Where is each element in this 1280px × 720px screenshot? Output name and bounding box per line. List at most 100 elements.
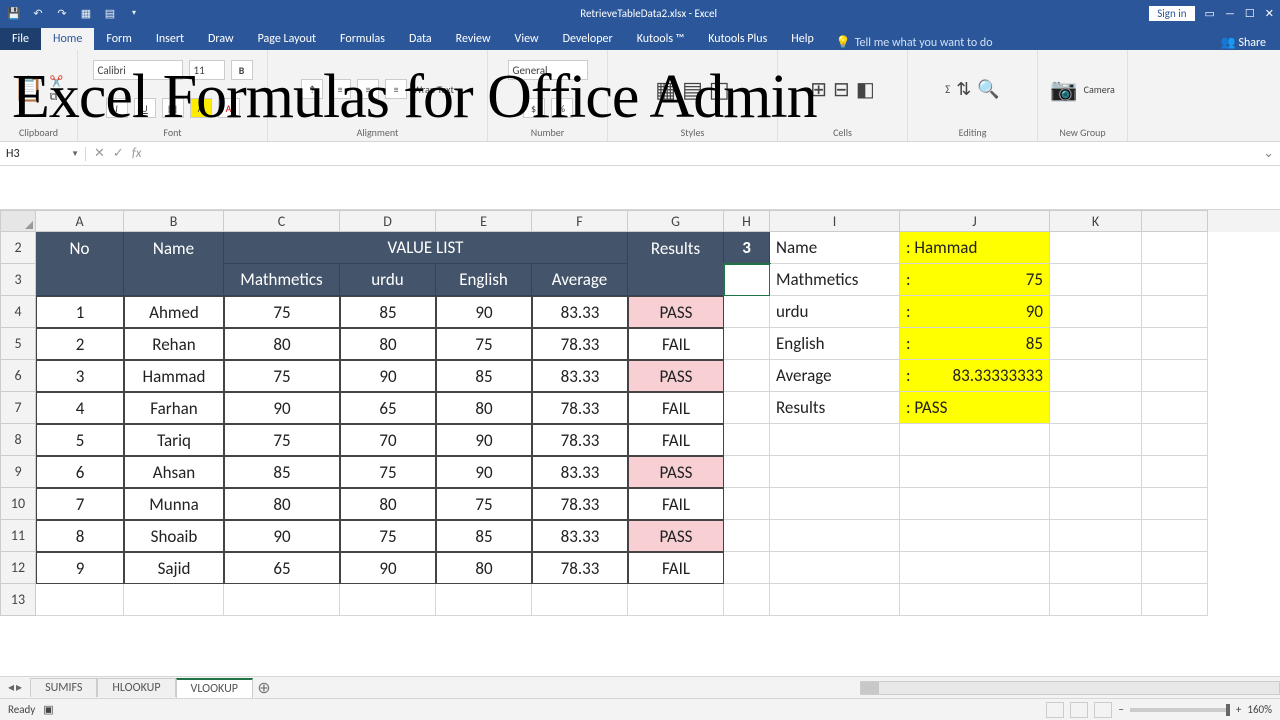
cell-result[interactable]: FAIL: [628, 392, 724, 424]
cell[interactable]: 78.33: [532, 392, 628, 424]
cell[interactable]: 83.33: [532, 520, 628, 552]
cell[interactable]: Shoaib: [124, 520, 224, 552]
cell[interactable]: [770, 584, 900, 616]
cell[interactable]: [900, 488, 1050, 520]
cell[interactable]: [1050, 520, 1142, 552]
format-cells-icon[interactable]: ◧: [856, 77, 875, 102]
cell[interactable]: 75: [340, 520, 436, 552]
cell[interactable]: 70: [340, 424, 436, 456]
cell[interactable]: 90: [436, 424, 532, 456]
cell[interactable]: [1142, 392, 1208, 424]
cell[interactable]: [724, 264, 770, 296]
row-header[interactable]: 9: [0, 456, 36, 488]
cell[interactable]: Ahmed: [124, 296, 224, 328]
cell[interactable]: [1142, 296, 1208, 328]
cell[interactable]: [1142, 264, 1208, 296]
lookup-label[interactable]: Mathmetics: [770, 264, 900, 296]
cell[interactable]: [1142, 328, 1208, 360]
new-sheet-button[interactable]: ⊕: [253, 678, 275, 698]
cell[interactable]: [1142, 488, 1208, 520]
cell[interactable]: Rehan: [124, 328, 224, 360]
zoom-in-button[interactable]: +: [1236, 703, 1241, 716]
sheet-nav-last-icon[interactable]: ▸: [16, 680, 22, 695]
align-center-button[interactable]: ≡: [385, 79, 407, 99]
cell[interactable]: [900, 584, 1050, 616]
select-all-button[interactable]: [0, 210, 36, 232]
conditional-format-icon[interactable]: ▦: [655, 76, 676, 103]
sort-filter-icon[interactable]: ⇅: [956, 78, 971, 100]
col-header[interactable]: C: [224, 210, 340, 232]
cell[interactable]: 5: [36, 424, 124, 456]
cell[interactable]: [724, 456, 770, 488]
wrap-text-button[interactable]: Wrap Text: [413, 83, 454, 96]
qat-icon[interactable]: ▦: [78, 5, 94, 21]
percent-button[interactable]: %: [551, 98, 573, 118]
cell[interactable]: [770, 456, 900, 488]
insert-cells-icon[interactable]: ⊞: [810, 77, 827, 102]
view-normal-icon[interactable]: [1046, 702, 1064, 718]
lookup-label[interactable]: Name: [770, 232, 900, 264]
cell[interactable]: [724, 296, 770, 328]
cell[interactable]: 85: [436, 360, 532, 392]
table-head-results[interactable]: Results: [628, 232, 724, 264]
cell-result[interactable]: PASS: [628, 296, 724, 328]
autosum-icon[interactable]: Σ: [945, 83, 950, 96]
cell[interactable]: [1050, 392, 1142, 424]
cell-result[interactable]: FAIL: [628, 488, 724, 520]
col-header[interactable]: J: [900, 210, 1050, 232]
col-header[interactable]: K: [1050, 210, 1142, 232]
cell-result[interactable]: PASS: [628, 520, 724, 552]
view-pagebreak-icon[interactable]: [1094, 702, 1112, 718]
cell[interactable]: 90: [224, 392, 340, 424]
tab-help[interactable]: Help: [779, 28, 826, 50]
cell[interactable]: [1050, 424, 1142, 456]
cell[interactable]: 75: [224, 296, 340, 328]
minimize-icon[interactable]: —: [1225, 7, 1235, 20]
bold-button[interactable]: B: [231, 60, 253, 80]
cell[interactable]: [724, 360, 770, 392]
cell[interactable]: [1050, 264, 1142, 296]
sheet-tab[interactable]: SUMIFS: [30, 678, 97, 697]
paste-icon[interactable]: 📋: [14, 75, 44, 104]
zoom-slider[interactable]: [1130, 708, 1230, 712]
cell[interactable]: [724, 392, 770, 424]
tab-insert[interactable]: Insert: [144, 28, 196, 50]
cell[interactable]: [770, 424, 900, 456]
align-mid-button[interactable]: ≡: [329, 79, 351, 99]
cell[interactable]: [724, 488, 770, 520]
tab-kutools[interactable]: Kutools ™: [625, 28, 697, 50]
table-head-results[interactable]: [628, 264, 724, 296]
expand-formula-icon[interactable]: ⌄: [1257, 146, 1280, 161]
align-top-button[interactable]: ⇡: [301, 79, 323, 99]
cell[interactable]: Munna: [124, 488, 224, 520]
lookup-value[interactable]: : PASS: [900, 392, 1050, 424]
cell[interactable]: 90: [436, 296, 532, 328]
cell[interactable]: 75: [436, 328, 532, 360]
cell[interactable]: [724, 424, 770, 456]
cell[interactable]: [1050, 232, 1142, 264]
sheet-tab[interactable]: HLOOKUP: [97, 678, 175, 697]
cell[interactable]: 75: [340, 456, 436, 488]
lookup-value[interactable]: :75: [900, 264, 1050, 296]
cell[interactable]: 83.33: [532, 360, 628, 392]
cell[interactable]: 78.33: [532, 424, 628, 456]
tab-form[interactable]: Form: [94, 28, 143, 50]
tab-pagelayout[interactable]: Page Layout: [246, 28, 328, 50]
table-head-valuelist[interactable]: VALUE LIST: [224, 232, 628, 264]
cell[interactable]: Hammad: [124, 360, 224, 392]
col-header[interactable]: I: [770, 210, 900, 232]
tab-data[interactable]: Data: [397, 28, 444, 50]
row-header[interactable]: 13: [0, 584, 36, 616]
cell[interactable]: [900, 456, 1050, 488]
tab-developer[interactable]: Developer: [551, 28, 625, 50]
cell[interactable]: [124, 584, 224, 616]
cell[interactable]: 85: [224, 456, 340, 488]
lookup-label[interactable]: Results: [770, 392, 900, 424]
col-header[interactable]: G: [628, 210, 724, 232]
save-icon[interactable]: 💾: [6, 5, 22, 21]
row-header[interactable]: 2: [0, 232, 36, 264]
cell[interactable]: [1050, 360, 1142, 392]
lookup-value[interactable]: :83.33333333: [900, 360, 1050, 392]
cell[interactable]: 4: [36, 392, 124, 424]
lookup-key[interactable]: 3: [724, 232, 770, 264]
